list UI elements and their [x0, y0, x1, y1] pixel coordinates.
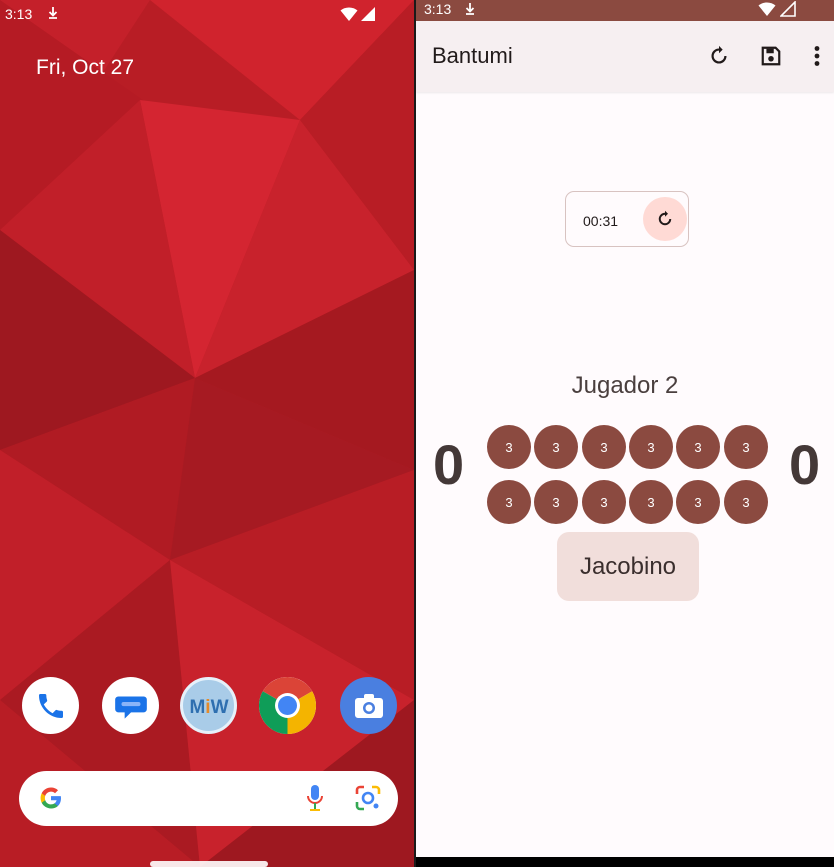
app-nav-bar	[416, 857, 834, 867]
right-store: 0	[789, 433, 821, 496]
pit-bottom-2[interactable]: 3	[534, 480, 578, 524]
home-screen: 3:13 Fri, Oct 27 MiW	[0, 0, 414, 867]
phone-app[interactable]	[22, 677, 79, 734]
wifi-icon	[340, 7, 358, 21]
camera-app[interactable]	[340, 677, 397, 734]
chrome-icon	[259, 677, 316, 734]
date-widget[interactable]: Fri, Oct 27	[36, 56, 134, 80]
restart-icon	[711, 45, 727, 64]
svg-text:MiW: MiW	[189, 697, 228, 718]
messages-app[interactable]	[102, 677, 159, 734]
app-status-bar: 3:13	[416, 0, 834, 21]
camera-icon	[354, 693, 383, 718]
google-search-bar[interactable]	[19, 771, 398, 826]
restart-button[interactable]	[706, 43, 732, 69]
game-timer: 00:31	[565, 191, 689, 247]
pit-bottom-1[interactable]: 3	[487, 480, 531, 524]
miw-icon: MiW	[189, 697, 228, 718]
left-store: 0	[433, 433, 465, 496]
app-toolbar: Bantumi	[416, 21, 834, 92]
google-g-icon	[40, 787, 61, 809]
current-player-label: Jugador 2	[571, 372, 679, 399]
pit-bottom-6[interactable]: 3	[724, 480, 768, 524]
pit-bottom-4[interactable]: 3	[629, 480, 673, 524]
pit-top-6[interactable]: 3	[724, 425, 768, 469]
lens-icon[interactable]	[353, 783, 383, 813]
messages-icon	[114, 696, 147, 719]
reset-icon	[658, 210, 672, 226]
pit-top-2[interactable]: 3	[534, 425, 578, 469]
miw-app[interactable]: MiW	[180, 677, 237, 734]
timer-value: 00:31	[583, 213, 619, 229]
status-time: 3:13	[5, 6, 33, 22]
download-icon	[465, 3, 475, 15]
more-vert-icon	[814, 46, 820, 66]
download-icon	[48, 7, 58, 19]
dock: MiW	[22, 677, 398, 735]
timer-reset-button[interactable]	[643, 197, 687, 241]
bantumi-app: 3:13 Bantumi 00:31 Jugador 2 0 0 3 3 3 3…	[416, 0, 834, 867]
signal-icon	[779, 0, 796, 17]
status-bar: 3:13	[0, 0, 414, 30]
turn-player-button[interactable]: Jacobino	[557, 532, 699, 601]
pit-top-5[interactable]: 3	[676, 425, 720, 469]
wifi-icon	[758, 2, 776, 16]
gesture-nav-pill[interactable]	[150, 861, 268, 867]
save-button[interactable]	[758, 43, 784, 69]
pit-top-1[interactable]: 3	[487, 425, 531, 469]
save-icon	[761, 46, 781, 66]
wallpaper	[0, 0, 414, 867]
pit-top-4[interactable]: 3	[629, 425, 673, 469]
app-status-time: 3:13	[424, 1, 452, 17]
mic-icon[interactable]	[305, 783, 325, 813]
overflow-menu-button[interactable]	[804, 43, 830, 69]
pit-bottom-3[interactable]: 3	[582, 480, 626, 524]
pit-top-3[interactable]: 3	[582, 425, 626, 469]
phone-icon	[38, 693, 63, 718]
pit-bottom-5[interactable]: 3	[676, 480, 720, 524]
app-title: Bantumi	[432, 43, 513, 68]
signal-icon	[361, 7, 375, 21]
chrome-app[interactable]	[259, 677, 316, 734]
